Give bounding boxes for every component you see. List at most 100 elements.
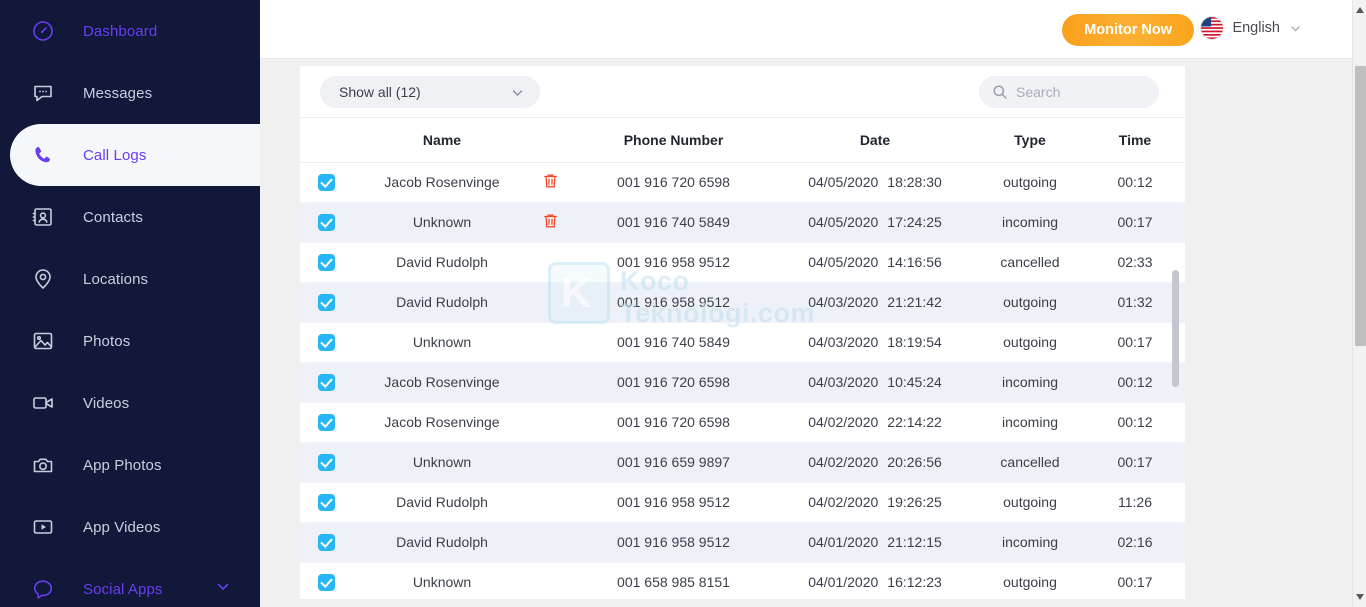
search-icon: [992, 84, 1008, 100]
filter-label: Show all (12): [339, 84, 421, 100]
table-row[interactable]: David Rudolph 001 916 958 9512 04/01/2020 2…: [300, 522, 1185, 563]
row-select-cell: [300, 562, 356, 599]
row-checkbox[interactable]: [318, 533, 335, 551]
cell-name: David Rudolph: [356, 522, 528, 563]
language-selector[interactable]: English: [1201, 17, 1302, 39]
cell-delete: [528, 402, 572, 443]
table-scrollbar-thumb[interactable]: [1172, 270, 1179, 387]
cell-date: 04/02/2020 20:26:56: [775, 442, 975, 483]
sidebar-item-messages[interactable]: Messages: [0, 62, 260, 124]
table-row[interactable]: Jacob Rosenvinge 001 916 720 6598 04/05/20…: [300, 162, 1185, 203]
cell-phone: 001 916 958 9512: [572, 282, 775, 323]
contact-card-icon: [30, 204, 56, 230]
cell-date-day: 04/02/2020: [808, 414, 879, 430]
sidebar-item-call-logs[interactable]: Call Logs: [10, 124, 260, 186]
cell-delete: [528, 322, 572, 363]
row-checkbox[interactable]: [318, 213, 335, 231]
show-all-filter-dropdown[interactable]: Show all (12): [320, 76, 540, 108]
sidebar-item-label: App Videos: [83, 518, 161, 536]
row-checkbox[interactable]: [318, 413, 335, 431]
cell-duration: 01:32: [1085, 282, 1185, 323]
table-row[interactable]: Unknown 001 916 659 9897 04/02/2020 20:26:5…: [300, 442, 1185, 483]
cell-type: outgoing: [975, 322, 1085, 363]
image-icon: [30, 328, 56, 354]
row-checkbox[interactable]: [318, 493, 335, 511]
chevron-down-icon[interactable]: [214, 578, 232, 601]
th-name: Name: [356, 118, 528, 163]
cell-date-day: 04/05/2020: [808, 214, 879, 230]
cell-date: 04/03/2020 21:21:42: [775, 282, 975, 323]
trash-icon[interactable]: [543, 213, 558, 229]
sidebar-item-app-videos[interactable]: App Videos: [0, 496, 260, 558]
table-row[interactable]: Jacob Rosenvinge 001 916 720 6598 04/03/20…: [300, 362, 1185, 403]
cell-date-day: 04/05/2020: [808, 174, 879, 190]
cell-phone: 001 916 958 9512: [572, 522, 775, 563]
row-checkbox[interactable]: [318, 333, 335, 351]
cell-date-day: 04/01/2020: [808, 574, 879, 590]
cell-delete: [528, 162, 572, 203]
search-input[interactable]: [1016, 84, 1136, 100]
table-row[interactable]: David Rudolph 001 916 958 9512 04/05/2020 1…: [300, 242, 1185, 283]
table-header-row: Name Phone Number Date Type Time: [300, 118, 1185, 163]
cell-date-day: 04/01/2020: [808, 534, 879, 550]
th-date: Date: [775, 118, 975, 163]
row-select-cell: [300, 322, 356, 363]
cell-delete: [528, 362, 572, 403]
th-phone: Phone Number: [572, 118, 775, 163]
sidebar-item-dashboard[interactable]: Dashboard: [0, 0, 260, 62]
sidebar-item-label: App Photos: [83, 456, 162, 474]
cell-duration: 00:17: [1085, 202, 1185, 243]
cell-name: Unknown: [356, 202, 528, 243]
sidebar-item-label: Call Logs: [83, 146, 147, 164]
cell-date-time: 18:19:54: [887, 334, 942, 350]
chat-bubble-icon: [30, 80, 56, 106]
cell-type: outgoing: [975, 482, 1085, 523]
sidebar-item-videos[interactable]: Videos: [0, 372, 260, 434]
cell-date-time: 10:45:24: [887, 374, 942, 390]
page-scrollbar[interactable]: [1352, 0, 1366, 607]
sidebar-item-social-apps[interactable]: Social Apps: [0, 558, 260, 607]
table-row[interactable]: Unknown 001 658 985 8151 04/01/2020 16:12:2…: [300, 562, 1185, 599]
cell-date-time: 21:12:15: [887, 534, 942, 550]
cell-type: outgoing: [975, 562, 1085, 599]
phone-icon: [30, 142, 56, 168]
row-checkbox[interactable]: [318, 173, 335, 191]
cell-date-time: 16:12:23: [887, 574, 942, 590]
sidebar-item-label: Messages: [83, 84, 153, 102]
table-row[interactable]: David Rudolph 001 916 958 9512 04/03/2020 2…: [300, 282, 1185, 323]
table-row[interactable]: Jacob Rosenvinge 001 916 720 6598 04/02/20…: [300, 402, 1185, 443]
table-row[interactable]: Unknown 001 916 740 5849 04/03/2020 18:19:5…: [300, 322, 1185, 363]
cell-duration: 00:12: [1085, 162, 1185, 203]
row-checkbox[interactable]: [318, 373, 335, 391]
cell-phone: 001 916 720 6598: [572, 362, 775, 403]
call-logs-table-wrapper: Name Phone Number Date Type Time Jacob R…: [300, 118, 1185, 599]
cell-name: David Rudolph: [356, 242, 528, 283]
cell-phone: 001 916 958 9512: [572, 242, 775, 283]
search-box[interactable]: [979, 76, 1159, 108]
row-checkbox[interactable]: [318, 253, 335, 271]
us-flag-icon: [1201, 17, 1224, 39]
table-row[interactable]: Unknown 001 916 740 5849 04/05/2020 17:24:2…: [300, 202, 1185, 243]
trash-icon[interactable]: [543, 173, 558, 189]
sidebar-item-photos[interactable]: Photos: [0, 310, 260, 372]
table-body: Jacob Rosenvinge 001 916 720 6598 04/05/20…: [300, 162, 1185, 599]
cell-type: incoming: [975, 522, 1085, 563]
monitor-now-button[interactable]: Monitor Now: [1062, 14, 1194, 46]
row-checkbox[interactable]: [318, 453, 335, 471]
scroll-up-arrow-icon[interactable]: [1353, 2, 1366, 18]
cell-duration: 11:26: [1085, 482, 1185, 523]
row-select-cell: [300, 162, 356, 203]
sidebar-item-locations[interactable]: Locations: [0, 248, 260, 310]
cell-type: incoming: [975, 362, 1085, 403]
scroll-down-arrow-icon[interactable]: [1353, 589, 1366, 605]
row-checkbox[interactable]: [318, 293, 335, 311]
cell-type: outgoing: [975, 282, 1085, 323]
table-row[interactable]: David Rudolph 001 916 958 9512 04/02/2020 1…: [300, 482, 1185, 523]
sidebar-item-app-photos[interactable]: App Photos: [0, 434, 260, 496]
page-scrollbar-thumb[interactable]: [1355, 66, 1366, 346]
sidebar-item-contacts[interactable]: Contacts: [0, 186, 260, 248]
cell-duration: 00:17: [1085, 442, 1185, 483]
row-checkbox[interactable]: [318, 573, 335, 591]
call-logs-page: Dashboard Messages Call Logs Contacts Locati…: [0, 0, 1366, 607]
cell-name: David Rudolph: [356, 482, 528, 523]
